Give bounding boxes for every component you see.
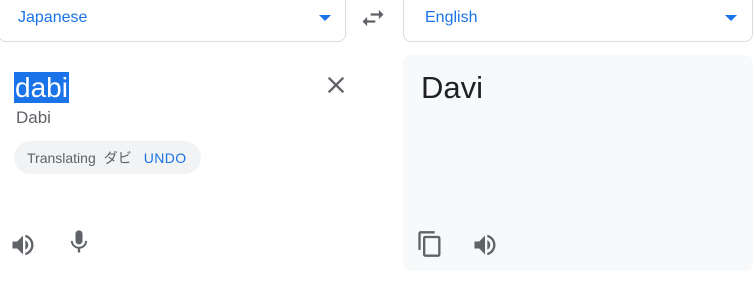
- translation-text: Davi: [421, 70, 484, 105]
- translating-chip: Translating ダビ UNDO: [14, 141, 201, 174]
- copy-icon: [418, 231, 441, 257]
- target-panel: Davi: [403, 55, 753, 271]
- source-text-selection: dabi: [14, 72, 69, 103]
- target-language-select[interactable]: English: [403, 0, 753, 42]
- listen-source-button[interactable]: [9, 231, 37, 259]
- target-language-label: English: [425, 9, 478, 26]
- source-text-input[interactable]: dabi: [14, 71, 69, 105]
- undo-button[interactable]: UNDO: [144, 150, 187, 166]
- translating-label: Translating: [27, 149, 96, 166]
- source-language-label: Japanese: [18, 9, 88, 26]
- microphone-icon: [70, 230, 88, 253]
- translating-word: ダビ: [103, 149, 132, 166]
- close-icon: [327, 76, 345, 94]
- copy-translation-button[interactable]: [416, 230, 444, 258]
- source-panel: dabi Dabi Translating ダビ UNDO: [0, 55, 372, 271]
- listen-translation-button[interactable]: [471, 231, 499, 259]
- voice-input-button[interactable]: [65, 228, 93, 256]
- swap-languages-icon: [362, 9, 384, 27]
- speaker-icon: [12, 234, 34, 256]
- chevron-down-icon: [725, 15, 737, 21]
- speaker-icon: [474, 234, 496, 256]
- chevron-down-icon: [319, 15, 331, 21]
- source-language-select[interactable]: Japanese: [0, 0, 346, 42]
- romanization-text: Dabi: [16, 108, 51, 127]
- swap-languages-button[interactable]: [359, 4, 387, 32]
- clear-source-button[interactable]: [322, 71, 350, 99]
